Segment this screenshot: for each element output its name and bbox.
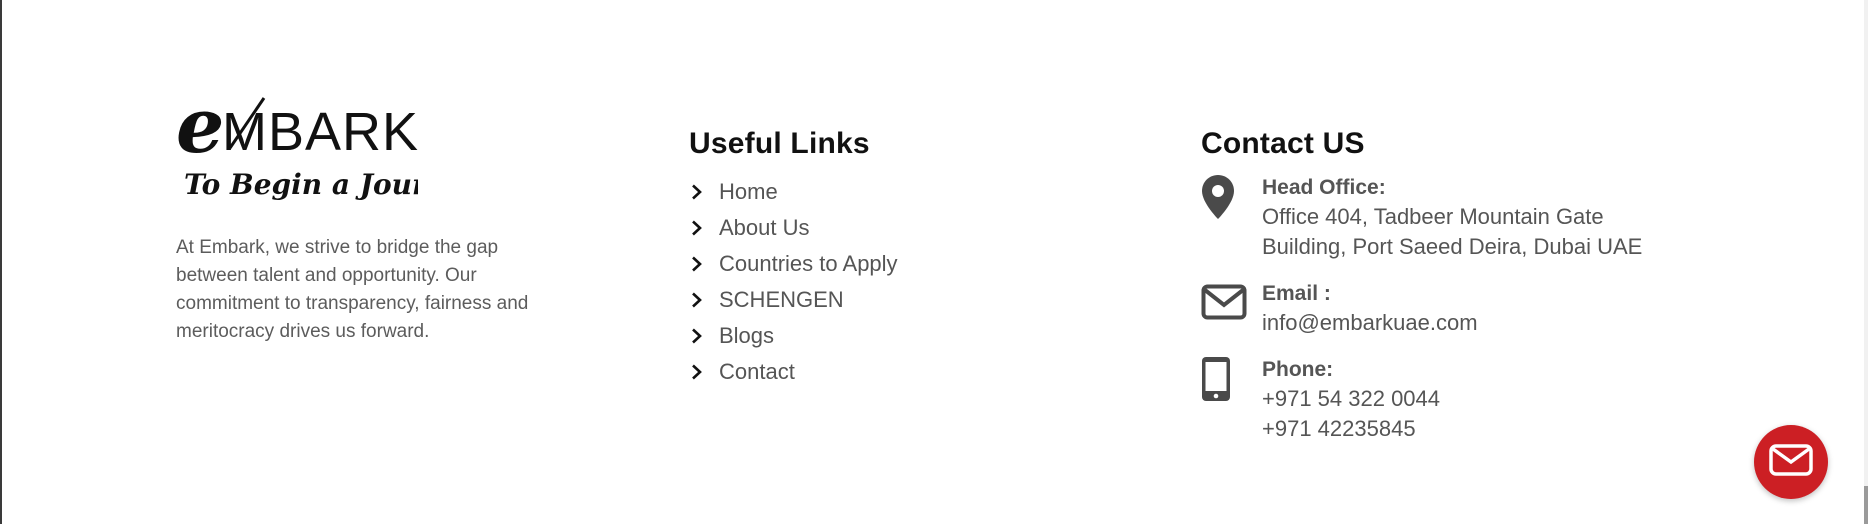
link-label: Blogs — [719, 323, 775, 348]
useful-links-list: Home About Us Countries to Apply SCHENGE… — [689, 174, 1089, 390]
about-text: At Embark, we strive to bridge the gap b… — [176, 237, 529, 342]
scrollbar[interactable] — [1864, 0, 1868, 524]
contact-heading: Contact US — [1201, 127, 1365, 160]
phone-value-1[interactable]: +971 54 322 0044 — [1262, 384, 1440, 414]
email-value[interactable]: info@embarkuae.com — [1262, 308, 1478, 338]
link-label: Countries to Apply — [719, 251, 898, 276]
link-label: Contact — [719, 359, 795, 384]
link-contact[interactable]: Contact — [689, 354, 1089, 390]
chevron-right-icon — [689, 364, 705, 380]
link-schengen[interactable]: SCHENGEN — [689, 282, 1089, 318]
email-row: Email : info@embarkuae.com — [1201, 280, 1701, 338]
link-home[interactable]: Home — [689, 174, 1089, 210]
phone-row: Phone: +971 54 322 0044 +971 42235845 — [1201, 356, 1701, 444]
logo-e: e — [178, 90, 224, 170]
chevron-right-icon — [689, 328, 705, 344]
useful-links-section: Useful Links Home About Us Countries to … — [689, 124, 1089, 390]
head-office-label: Head Office: — [1262, 176, 1386, 199]
link-label: SCHENGEN — [719, 287, 844, 312]
left-border — [0, 0, 2, 524]
link-about-us[interactable]: About Us — [689, 210, 1089, 246]
email-label: Email : — [1262, 282, 1331, 305]
chevron-right-icon — [689, 256, 705, 272]
head-office-line-1: Office 404, Tadbeer Mountain Gate — [1262, 204, 1604, 229]
envelope-icon — [1201, 280, 1262, 320]
link-countries-to-apply[interactable]: Countries to Apply — [689, 246, 1089, 282]
link-label: Home — [719, 179, 778, 204]
scrollbar-thumb[interactable] — [1864, 486, 1868, 524]
chevron-right-icon — [689, 292, 705, 308]
link-label: About Us — [719, 215, 810, 240]
floating-contact-button[interactable] — [1754, 425, 1828, 499]
contact-section: Contact US Head Office: Office 404, Tadb… — [1201, 124, 1701, 444]
head-office-row: Head Office: Office 404, Tadbeer Mountai… — [1201, 174, 1701, 262]
head-office-line-2: Building, Port Saeed Deira, Dubai UAE — [1262, 234, 1643, 259]
useful-links-heading: Useful Links — [689, 127, 870, 160]
mobile-phone-icon — [1201, 356, 1262, 402]
link-blogs[interactable]: Blogs — [689, 318, 1089, 354]
footer-brand: e MBARK To Begin a Journey At Embark, we… — [176, 90, 536, 346]
chevron-right-icon — [689, 220, 705, 236]
phone-value-2[interactable]: +971 42235845 — [1262, 414, 1440, 444]
embark-logo[interactable]: e MBARK To Begin a Journey — [178, 90, 418, 220]
envelope-icon — [1769, 443, 1813, 481]
map-pin-icon — [1201, 174, 1262, 220]
chevron-right-icon — [689, 184, 705, 200]
logo-tagline: To Begin a Journey — [184, 168, 418, 201]
logo-wordmark: MBARK — [222, 102, 418, 162]
phone-label: Phone: — [1262, 358, 1334, 381]
